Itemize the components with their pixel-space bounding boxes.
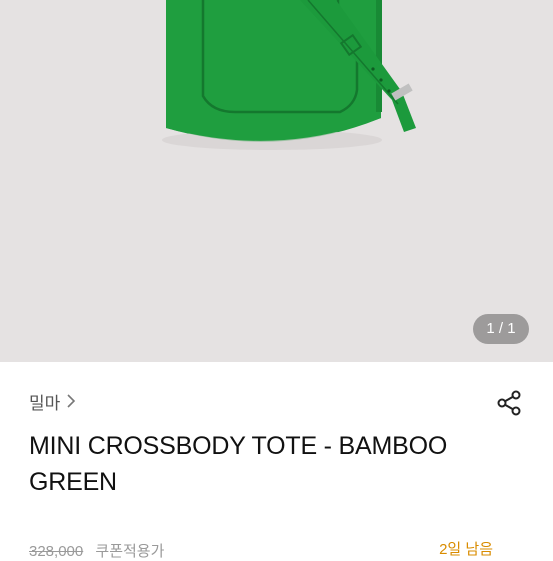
brand-name: 밀마 — [29, 393, 61, 413]
coupon-price-label: 쿠폰적용가 — [95, 543, 165, 560]
product-image-gallery[interactable]: 1 / 1 — [0, 0, 553, 362]
product-title: MINI CROSSBODY TOTE - BAMBOO GREEN — [29, 432, 448, 496]
brand-link[interactable]: 밀마 — [29, 389, 76, 413]
image-counter-badge: 1 / 1 — [473, 314, 529, 344]
product-image — [162, 0, 416, 150]
chevron-right-icon — [67, 394, 76, 408]
time-left-badge: 2일 남음 — [439, 541, 493, 558]
original-price: 328,000 — [29, 543, 84, 560]
price-row: 328,000 쿠폰적용가 — [29, 540, 164, 561]
share-icon[interactable] — [495, 389, 523, 417]
